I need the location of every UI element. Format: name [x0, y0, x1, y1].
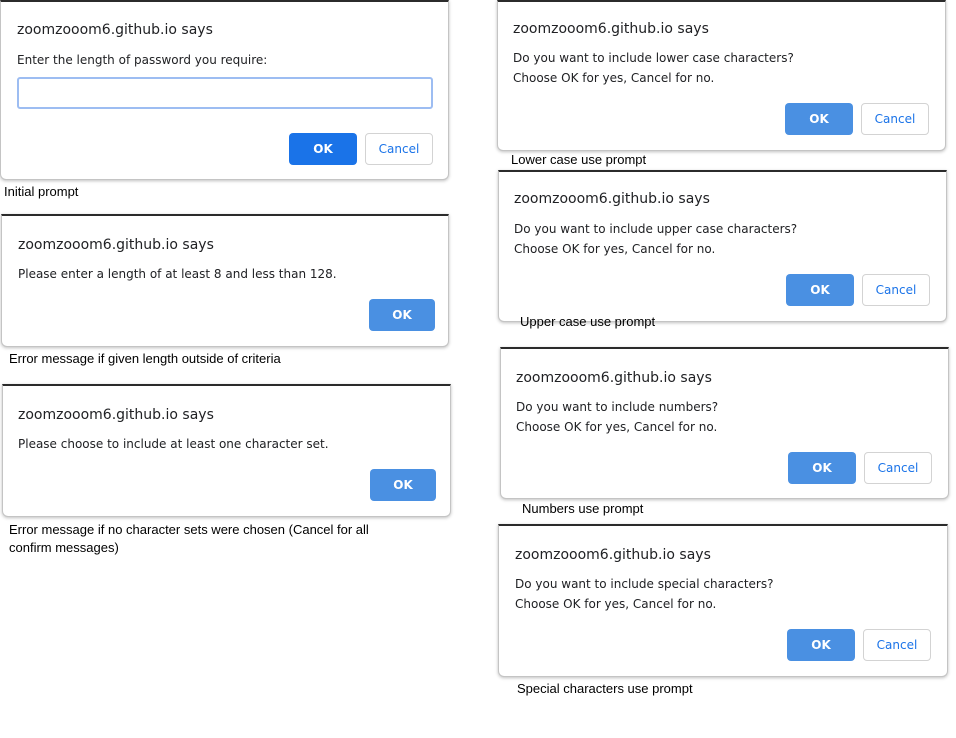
- cancel-button[interactable]: Cancel: [863, 629, 931, 661]
- ok-button[interactable]: OK: [785, 103, 853, 135]
- numbers-dialog: zoomzooom6.github.io says Do you want to…: [500, 347, 949, 499]
- special-characters-caption: Special characters use prompt: [517, 681, 693, 696]
- dialog-message-line2: Choose OK for yes, Cancel for no.: [515, 597, 717, 611]
- password-length-input[interactable]: [17, 77, 433, 109]
- length-error-caption: Error message if given length outside of…: [9, 351, 281, 366]
- cancel-button[interactable]: Cancel: [862, 274, 930, 306]
- dialog-message: Please enter a length of at least 8 and …: [18, 267, 337, 281]
- dialog-message: Please choose to include at least one ch…: [18, 437, 329, 451]
- numbers-caption: Numbers use prompt: [522, 501, 644, 516]
- dialog-message-line1: Do you want to include lower case charac…: [513, 51, 794, 65]
- upper-case-caption: Upper case use prompt: [520, 314, 656, 329]
- cancel-button[interactable]: Cancel: [864, 452, 932, 484]
- dialog-title: zoomzooom6.github.io says: [516, 370, 712, 386]
- cancel-button[interactable]: Cancel: [861, 103, 929, 135]
- dialog-message: Enter the length of password you require…: [17, 53, 268, 67]
- cancel-button[interactable]: Cancel: [365, 133, 433, 165]
- ok-button[interactable]: OK: [370, 469, 436, 501]
- ok-button[interactable]: OK: [786, 274, 854, 306]
- dialog-message-line1: Do you want to include numbers?: [516, 400, 719, 414]
- lower-case-caption: Lower case use prompt: [511, 152, 647, 167]
- dialog-message-line2: Choose OK for yes, Cancel for no.: [513, 71, 715, 85]
- lower-case-dialog: zoomzooom6.github.io says Do you want to…: [497, 0, 946, 151]
- charset-error-dialog: zoomzooom6.github.io says Please choose …: [2, 384, 451, 517]
- initial-prompt-dialog: zoomzooom6.github.io says Enter the leng…: [0, 0, 449, 180]
- special-characters-dialog: zoomzooom6.github.io says Do you want to…: [498, 524, 948, 677]
- dialog-message-line1: Do you want to include upper case charac…: [514, 222, 798, 236]
- dialog-title: zoomzooom6.github.io says: [18, 407, 214, 423]
- dialog-title: zoomzooom6.github.io says: [18, 237, 214, 253]
- dialog-title: zoomzooom6.github.io says: [515, 547, 711, 563]
- charset-error-caption: Error message if no character sets were …: [9, 522, 369, 555]
- ok-button[interactable]: OK: [289, 133, 357, 165]
- dialog-title: zoomzooom6.github.io says: [514, 191, 710, 207]
- upper-case-dialog: zoomzooom6.github.io says Do you want to…: [498, 170, 947, 322]
- dialog-title: zoomzooom6.github.io says: [513, 21, 709, 37]
- ok-button[interactable]: OK: [787, 629, 855, 661]
- dialog-title: zoomzooom6.github.io says: [17, 22, 213, 38]
- initial-prompt-caption: Initial prompt: [4, 184, 79, 199]
- length-error-dialog: zoomzooom6.github.io says Please enter a…: [1, 214, 449, 347]
- dialog-message-line2: Choose OK for yes, Cancel for no.: [514, 242, 716, 256]
- ok-button[interactable]: OK: [369, 299, 435, 331]
- dialog-message-line2: Choose OK for yes, Cancel for no.: [516, 420, 718, 434]
- ok-button[interactable]: OK: [788, 452, 856, 484]
- dialog-message-line1: Do you want to include special character…: [515, 577, 774, 591]
